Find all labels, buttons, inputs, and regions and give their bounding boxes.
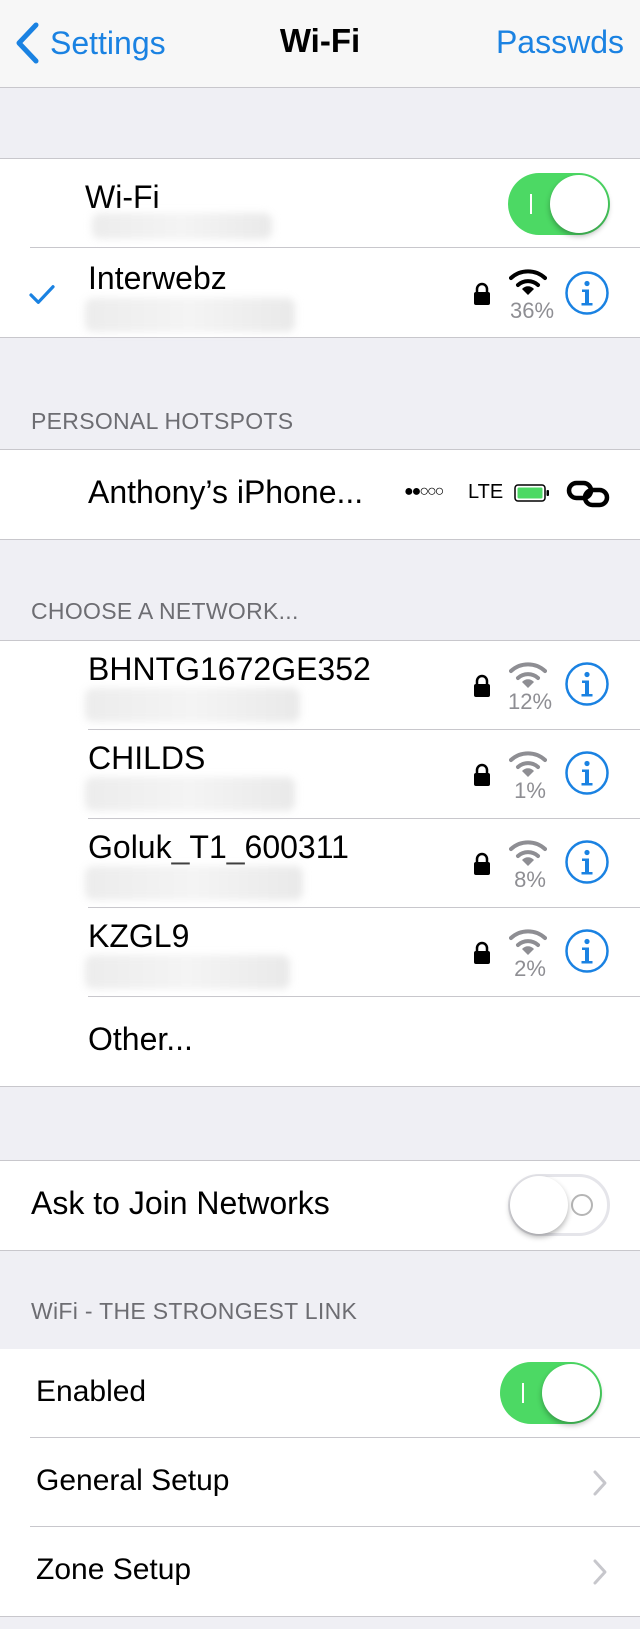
wifi-signal-icon bbox=[509, 269, 547, 295]
connected-network-name: Interwebz bbox=[88, 260, 227, 296]
network-signal-strength: 8% bbox=[514, 867, 546, 892]
network-row[interactable]: CHILDS 1% bbox=[0, 730, 640, 819]
chevron-right-icon bbox=[593, 1559, 607, 1585]
lock-icon bbox=[474, 941, 490, 964]
hotspot-row[interactable]: Anthony’s iPhone... ●●○○○ LTE bbox=[0, 450, 640, 539]
chevron-left-icon bbox=[16, 22, 39, 64]
network-row[interactable]: Goluk_T1_600311 8% bbox=[0, 819, 640, 908]
network-signal-strength: 12% bbox=[507, 689, 553, 714]
connected-network-redacted bbox=[85, 298, 295, 332]
network-signal-strength: 2% bbox=[514, 956, 546, 981]
lock-icon bbox=[474, 674, 490, 697]
wifi-signal-icon bbox=[509, 840, 547, 866]
battery-icon bbox=[514, 484, 549, 502]
enabled-row: Enabled bbox=[0, 1349, 640, 1438]
network-signal-strength: 1% bbox=[514, 778, 546, 803]
info-icon[interactable] bbox=[564, 661, 610, 707]
hotspots-section: Anthony’s iPhone... ●●○○○ LTE bbox=[0, 449, 640, 540]
ask-join-label: Ask to Join Networks bbox=[31, 1185, 330, 1221]
ask-join-switch[interactable] bbox=[508, 1174, 610, 1236]
wifi-section: Wi-Fi Interwebz 36% bbox=[0, 158, 640, 338]
info-icon[interactable] bbox=[564, 270, 610, 316]
enabled-switch[interactable] bbox=[500, 1362, 602, 1424]
network-name: BHNTG1672GE352 bbox=[88, 651, 371, 687]
general-setup-row[interactable]: General Setup bbox=[0, 1438, 640, 1527]
choose-network-header: CHOOSE A NETWORK... bbox=[31, 598, 299, 624]
general-setup-label: General Setup bbox=[36, 1464, 230, 1497]
checkmark-icon bbox=[29, 285, 55, 304]
network-type-label: LTE bbox=[468, 481, 504, 503]
network-name: KZGL9 bbox=[88, 918, 190, 954]
network-redacted bbox=[85, 955, 290, 989]
lock-icon bbox=[474, 763, 490, 786]
info-icon[interactable] bbox=[564, 750, 610, 796]
wifi-signal-icon bbox=[509, 662, 547, 688]
strongest-link-header: WiFi - THE STRONGEST LINK bbox=[31, 1298, 358, 1324]
network-row[interactable]: KZGL9 2% bbox=[0, 908, 640, 997]
wifi-toggle-label: Wi-Fi bbox=[85, 179, 160, 215]
hotspots-header: PERSONAL HOTSPOTS bbox=[31, 408, 294, 434]
back-button[interactable]: Settings bbox=[14, 20, 166, 66]
network-redacted bbox=[85, 688, 300, 722]
wifi-switch[interactable] bbox=[508, 173, 610, 235]
network-row[interactable]: BHNTG1672GE352 12% bbox=[0, 641, 640, 730]
chevron-right-icon bbox=[593, 1470, 607, 1496]
navigation-bar: Settings Wi-Fi Passwds bbox=[0, 0, 640, 88]
choose-network-section: BHNTG1672GE352 12% CHILDS 1% Goluk_T1_60… bbox=[0, 640, 640, 1087]
zone-setup-row[interactable]: Zone Setup bbox=[0, 1527, 640, 1616]
info-icon[interactable] bbox=[564, 839, 610, 885]
network-name: CHILDS bbox=[88, 740, 206, 776]
wifi-signal-icon bbox=[509, 929, 547, 955]
back-button-label: Settings bbox=[50, 24, 166, 61]
zone-setup-label: Zone Setup bbox=[36, 1553, 192, 1586]
strongest-link-section: Enabled General Setup Zone Setup bbox=[0, 1349, 640, 1617]
network-redacted bbox=[85, 866, 303, 900]
ask-join-row: Ask to Join Networks bbox=[0, 1161, 640, 1250]
enabled-label: Enabled bbox=[36, 1375, 147, 1408]
connected-network-row[interactable]: Interwebz 36% bbox=[0, 248, 640, 337]
link-icon bbox=[566, 480, 610, 508]
ask-join-section: Ask to Join Networks bbox=[0, 1160, 640, 1251]
wifi-toggle-row: Wi-Fi bbox=[0, 159, 640, 248]
wifi-status-redacted bbox=[92, 213, 272, 239]
other-network-row[interactable]: Other... bbox=[0, 997, 640, 1086]
info-icon[interactable] bbox=[564, 928, 610, 974]
passwds-button[interactable]: Passwds bbox=[496, 24, 624, 61]
wifi-signal-icon bbox=[509, 751, 547, 777]
connected-signal-strength: 36% bbox=[509, 298, 555, 323]
lock-icon bbox=[474, 282, 490, 305]
hotspot-name: Anthony’s iPhone... bbox=[88, 474, 364, 510]
lock-icon bbox=[474, 852, 490, 875]
network-redacted bbox=[85, 777, 295, 811]
network-name: Goluk_T1_600311 bbox=[88, 829, 349, 865]
cellular-signal-indicator: ●●○○○ bbox=[404, 483, 444, 500]
other-network-label: Other... bbox=[88, 1021, 193, 1057]
